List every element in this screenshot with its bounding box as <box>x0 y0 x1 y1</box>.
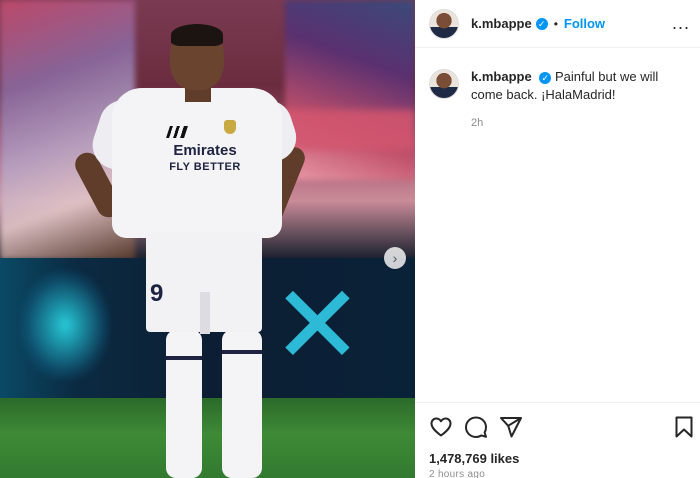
username-link[interactable]: k.mbappe <box>471 16 532 31</box>
heart-icon[interactable] <box>429 415 453 439</box>
post-header: k.mbappe ✓ • Follow ... <box>415 0 700 48</box>
sock-band-left <box>166 356 202 360</box>
caption-timestamp[interactable]: 2h <box>471 114 691 132</box>
jersey-sponsor: Emirates FLY BETTER <box>150 143 260 175</box>
player-figure: Emirates FLY BETTER 9 <box>0 0 415 478</box>
jersey-sponsor-subtext: FLY BETTER <box>169 161 241 173</box>
club-crest <box>224 120 236 134</box>
player-hair <box>171 24 223 46</box>
caption-username-link[interactable]: k.mbappe <box>471 69 532 84</box>
post-caption: k.mbappe ✓ Painful but we will come back… <box>429 68 691 132</box>
shorts-number: 9 <box>150 280 164 307</box>
comment-icon[interactable] <box>464 415 488 439</box>
sock-band-right <box>222 350 262 354</box>
caption-avatar[interactable] <box>429 69 459 99</box>
follow-button[interactable]: Follow <box>564 16 605 31</box>
bookmark-icon[interactable] <box>672 415 696 439</box>
verified-badge-icon: ✓ <box>535 17 548 30</box>
post-photo[interactable]: ✕ Emirates FLY BETTER 9 › <box>0 0 415 478</box>
caption-body: k.mbappe ✓ Painful but we will come back… <box>471 68 691 132</box>
post-timestamp[interactable]: 2 hours ago <box>429 469 485 478</box>
post-actions: 1,478,769 likes 2 hours ago <box>415 402 700 478</box>
send-icon[interactable] <box>499 415 523 439</box>
chevron-right-icon: › <box>392 250 398 266</box>
post-sidebar: k.mbappe ✓ • Follow ... k.mbappe ✓ Painf… <box>415 0 700 478</box>
player-leg-left <box>166 330 202 478</box>
jersey-sponsor-text: Emirates <box>173 142 237 159</box>
next-photo-button[interactable]: › <box>384 247 406 269</box>
likes-count[interactable]: 1,478,769 likes <box>429 451 519 466</box>
shorts-split <box>200 292 210 334</box>
verified-badge-icon: ✓ <box>539 72 552 84</box>
separator-dot: • <box>553 16 558 31</box>
avatar[interactable] <box>429 8 459 39</box>
more-options-icon[interactable]: ... <box>672 14 690 32</box>
